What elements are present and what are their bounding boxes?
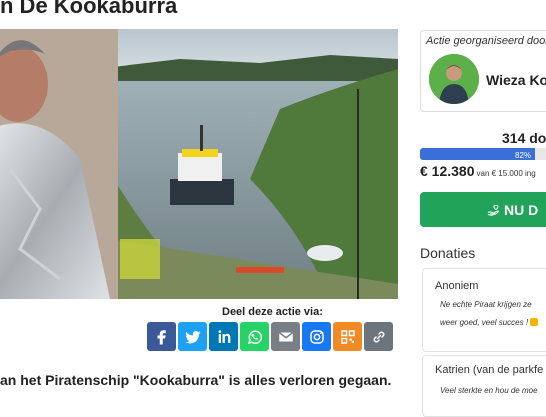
organizer-avatar[interactable] xyxy=(429,54,479,104)
share-instagram-button[interactable] xyxy=(302,322,331,351)
facebook-icon xyxy=(157,329,166,344)
campaign-photo xyxy=(0,29,398,299)
share-whatsapp-button[interactable] xyxy=(240,322,269,351)
qr-code-icon xyxy=(340,329,355,344)
progress-percent: 82% xyxy=(515,151,532,160)
donor-name: Anoniem xyxy=(435,280,479,292)
twitter-icon xyxy=(185,330,200,343)
page-title: n De Kookaburra xyxy=(0,0,178,18)
donation-message: Ne echte Piraat krijgen ze xyxy=(440,300,532,309)
share-link-button[interactable] xyxy=(364,322,393,351)
share-qr-code-button[interactable] xyxy=(333,322,362,351)
donations-heading: Donaties xyxy=(420,245,476,261)
email-icon xyxy=(278,331,293,341)
donation-message-line2: weer goed, veel succes ! xyxy=(440,318,539,327)
donor-name: Katrien (van de parkfe xyxy=(435,364,544,376)
goal-text: van € 15.000 ing xyxy=(476,169,536,178)
link-icon xyxy=(373,331,384,342)
share-buttons xyxy=(147,322,393,351)
emoji-icon xyxy=(530,318,539,326)
whatsapp-icon xyxy=(247,330,262,344)
linkedin-icon xyxy=(218,329,230,343)
instagram-icon xyxy=(309,329,324,344)
organizer-label: Actie georganiseerd door: xyxy=(426,35,546,47)
story-text: an het Piratenschip "Kookaburra" is alle… xyxy=(0,372,392,388)
share-label: Deel deze actie via: xyxy=(222,306,323,318)
heart-hand-icon xyxy=(487,204,499,216)
share-facebook-button[interactable] xyxy=(147,322,176,351)
donate-label: NU D xyxy=(504,201,539,218)
donate-button[interactable]: NU D xyxy=(420,192,546,227)
share-twitter-button[interactable] xyxy=(178,322,207,351)
donor-count: 314 do xyxy=(502,130,546,146)
donation-message: Veel sterkte en hou de moe xyxy=(440,386,538,395)
raised-amount: € 12.380 van € 15.000 ing xyxy=(420,163,536,179)
organizer-name[interactable]: Wieza Ko xyxy=(486,72,546,88)
raised-value: € 12.380 xyxy=(420,163,475,179)
share-linkedin-button[interactable] xyxy=(209,322,238,351)
share-email-button[interactable] xyxy=(271,322,300,351)
donation-message-text: weer goed, veel succes ! xyxy=(440,318,529,327)
